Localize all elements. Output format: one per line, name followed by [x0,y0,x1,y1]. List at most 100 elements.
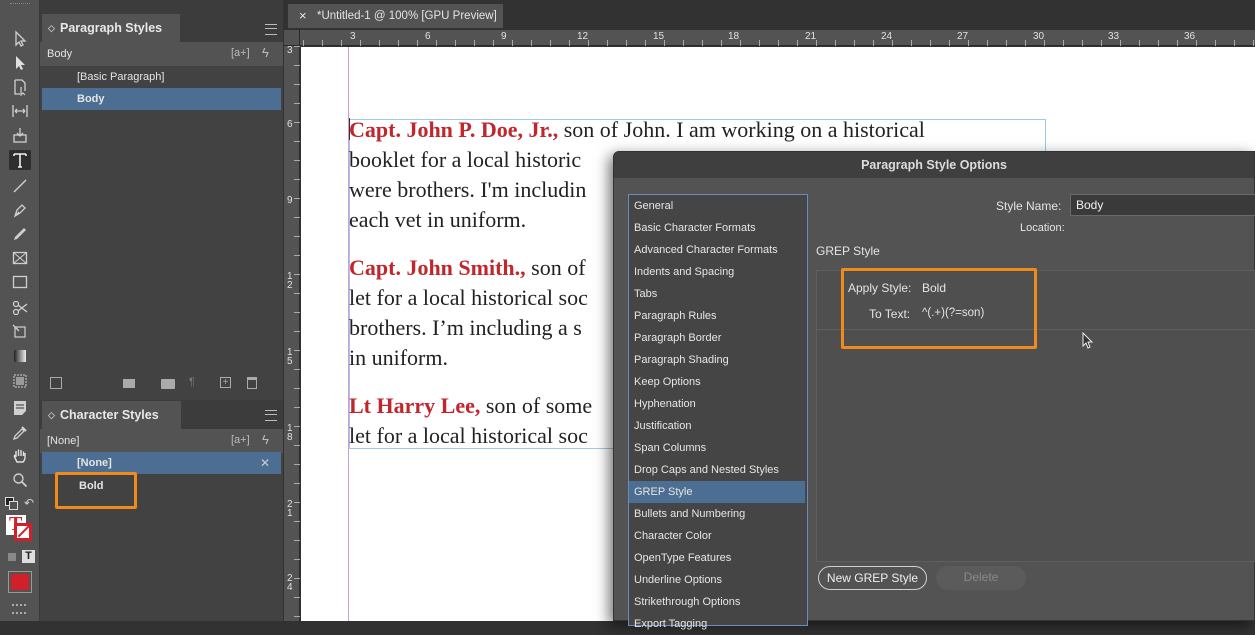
category-item[interactable]: Strikethrough Options [629,591,805,613]
list-item[interactable]: [Basic Paragraph] [42,66,281,88]
gradient-feather-tool-icon[interactable] [9,371,31,391]
category-item[interactable]: Span Columns [629,437,805,459]
category-item[interactable]: GREP Style [629,481,805,503]
ruler-tick [968,40,969,46]
gap-tool-icon[interactable] [9,101,31,121]
ruler-tick [892,40,893,46]
note-tool-icon[interactable] [9,398,31,418]
ruler-tick [294,331,300,332]
category-item[interactable]: Underline Options [629,569,805,591]
category-item[interactable]: Drop Caps and Nested Styles [629,459,805,481]
category-item[interactable]: Paragraph Shading [629,349,805,371]
category-item[interactable]: Justification [629,415,805,437]
style-name-field[interactable]: Body [1070,194,1255,216]
load-styles-icon[interactable] [50,377,62,389]
default-fill-stroke-icon[interactable] [5,497,18,510]
lightning-icon[interactable]: ϟ [262,432,269,447]
folder-icon[interactable] [161,379,175,389]
paragraph-3[interactable]: Lt Harry Lee, son of some let for a loca… [349,391,592,451]
ruler-label: 12 [577,31,589,42]
tools-panel: ↶ T T [0,0,40,621]
ruler-tick [949,40,950,46]
ruler-label: 3 [287,45,293,56]
category-item[interactable]: Indents and Spacing [629,261,805,283]
pencil-crossed-icon: ✕ [260,456,271,470]
list-item[interactable]: Body [42,88,281,110]
paragraph-panel-menu-icon[interactable] [265,24,277,35]
direct-selection-tool-icon[interactable] [9,53,31,73]
category-item[interactable]: OpenType Features [629,547,805,569]
ruler-tick [987,40,988,46]
location-label: Location: [1020,222,1065,234]
category-item[interactable]: Export Tagging [629,613,805,635]
ruler-tick [294,312,300,313]
eyedropper-tool-icon[interactable] [9,423,31,443]
horizontal-ruler[interactable]: 3 6 9 12 15 18 21 24 27 30 33 36 [284,30,1255,46]
ruler-tick [341,40,342,46]
tab-document[interactable]: × *Untitled-1 @ 100% [GPU Preview] [288,4,503,28]
ruler-tick [294,141,300,142]
zoom-tool-icon[interactable] [9,470,31,490]
line-tool-icon[interactable] [9,176,31,196]
ruler-tick [550,40,551,46]
category-item[interactable]: Hyphenation [629,393,805,415]
tab-character-styles[interactable]: ◇ Character Styles [42,401,181,429]
category-item[interactable]: Paragraph Rules [629,305,805,327]
delete-button[interactable]: Delete [936,566,1026,590]
paragraph-2[interactable]: Capt. John Smith., son of let for a loca… [349,253,588,373]
formatting-text-icon[interactable]: T [22,550,35,563]
swap-fill-stroke-icon[interactable]: ↶ [24,496,34,510]
screen-mode-icon[interactable] [12,604,26,614]
category-item[interactable]: Paragraph Border [629,327,805,349]
section-title: GREP Style [816,244,880,258]
list-item[interactable]: [None] ✕ [42,452,281,474]
pilcrow-icon[interactable]: ¶ [189,376,195,388]
rectangle-tool-icon[interactable] [9,272,31,292]
pencil-tool-icon[interactable] [9,224,31,244]
lightning-icon[interactable]: ϟ [262,45,269,60]
close-icon[interactable]: × [299,4,307,28]
category-item[interactable]: Bullets and Numbering [629,503,805,525]
create-style-from-selection-icon[interactable]: [a+] [231,47,250,59]
ruler-origin[interactable] [284,30,300,46]
hand-tool-icon[interactable] [9,446,31,466]
category-item[interactable]: General [629,195,805,217]
fill-color-swatch[interactable] [8,571,32,593]
ruler-tick [294,521,300,522]
category-item[interactable]: Character Color [629,525,805,547]
gradient-swatch-tool-icon[interactable] [9,346,31,366]
panel-grip[interactable] [10,3,30,10]
ruler-tick [294,407,300,408]
character-panel-menu-icon[interactable] [265,410,277,421]
dialog-title[interactable]: Paragraph Style Options [614,152,1254,178]
page-tool-icon[interactable] [9,77,31,97]
trash-icon[interactable] [247,377,257,389]
ruler-label: 21 [805,31,817,42]
selection-tool-icon[interactable] [9,29,31,49]
new-grep-style-button[interactable]: New GREP Style [818,566,927,590]
vertical-ruler[interactable]: 3691 21 51 82 12 4 [284,46,300,621]
new-style-icon[interactable]: + [220,377,231,388]
ruler-tick [294,350,300,351]
scissors-tool-icon[interactable] [9,298,31,318]
content-collector-icon[interactable] [9,125,31,145]
ruler-tick [294,388,300,389]
clear-overrides-icon[interactable] [123,379,135,388]
ruler-tick [1139,40,1140,46]
category-item[interactable]: Tabs [629,283,805,305]
fill-stroke-text-icon[interactable]: T [6,513,32,541]
ruler-tick [474,40,475,46]
rectangle-frame-tool-icon[interactable] [9,248,31,268]
tab-paragraph-styles[interactable]: ◇ Paragraph Styles [42,14,180,42]
ruler-label: 6 [287,119,293,130]
free-transform-tool-icon[interactable] [9,322,31,342]
pen-tool-icon[interactable] [9,200,31,220]
formatting-container-icon[interactable] [8,553,16,561]
category-item[interactable]: Keep Options [629,371,805,393]
type-tool-icon[interactable] [9,150,31,170]
ruler-label: 1 2 [287,271,293,291]
create-char-style-icon[interactable]: [a+] [231,434,250,446]
category-item[interactable]: Basic Character Formats [629,217,805,239]
category-item[interactable]: Advanced Character Formats [629,239,805,261]
ruler-tick [436,40,437,46]
